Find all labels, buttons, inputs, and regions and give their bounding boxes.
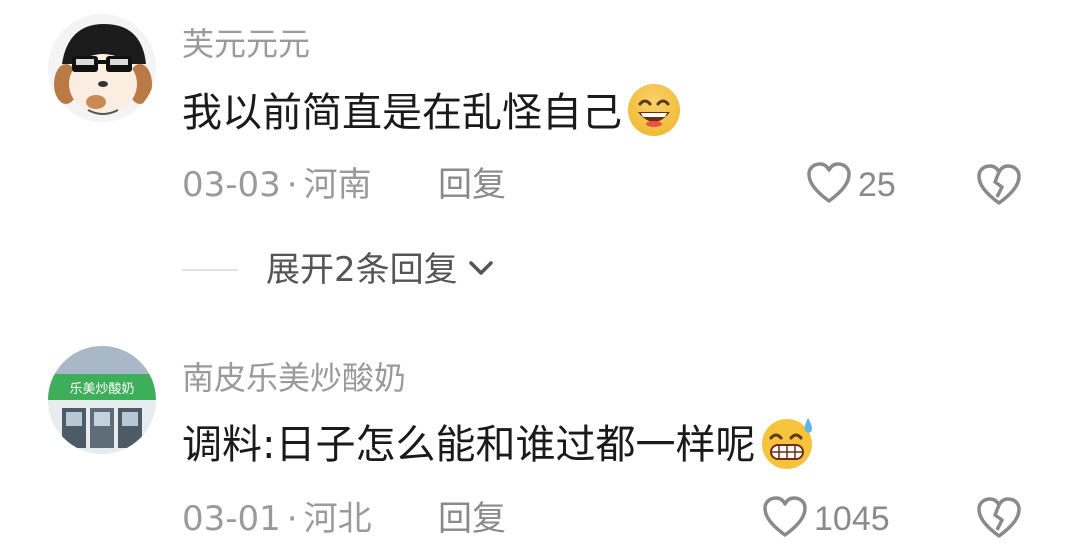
meta-separator: · (286, 165, 298, 205)
heart-icon (762, 495, 808, 543)
grinning-face-with-sweat-emoji (759, 414, 819, 477)
avatar[interactable]: 乐美炒酸奶 (48, 346, 156, 454)
comment-text: 我以前简直是在乱怪自己 (182, 83, 682, 140)
comment-date: 03-01 (182, 499, 281, 539)
comment-location: 河北 (303, 499, 372, 539)
avatar-sign-text: 乐美炒酸奶 (69, 382, 134, 397)
comment-item: 乐美炒酸奶 南皮乐美炒酸奶 调料:日子怎么能和谁过都一样呢 03-01 · 河北… (0, 330, 1080, 556)
comment-date: 03-03 (182, 165, 281, 205)
broken-heart-icon (976, 497, 1022, 544)
divider-line (182, 269, 238, 271)
like-count: 25 (858, 166, 896, 204)
comment-item: 芙元元元 我以前简直是在乱怪自己 03-03 · 河南 回复 25 (0, 0, 1080, 240)
avatar[interactable] (48, 14, 156, 122)
dislike-button[interactable] (976, 496, 1022, 556)
expand-replies-button[interactable]: 展开2条回复 (182, 250, 494, 290)
username[interactable]: 芙元元元 (182, 28, 310, 60)
comment-text: 调料:日子怎么能和谁过都一样呢 (182, 417, 819, 472)
expand-replies-label: 展开2条回复 (266, 250, 458, 290)
comment-location: 河南 (303, 165, 372, 205)
reply-button[interactable]: 回复 (438, 168, 506, 202)
chevron-down-icon (468, 258, 494, 282)
like-button[interactable]: 25 (806, 160, 896, 210)
reply-button[interactable]: 回复 (438, 502, 506, 536)
username[interactable]: 南皮乐美炒酸奶 (182, 362, 406, 394)
comment-text-body: 调料:日子怎么能和谁过都一样呢 (182, 422, 756, 468)
comment-meta: 03-01 · 河北 (182, 502, 372, 536)
broken-heart-icon (976, 164, 1022, 211)
dislike-button[interactable] (976, 163, 1022, 211)
like-button[interactable]: 1045 (762, 494, 890, 544)
comment-meta: 03-03 · 河南 (182, 168, 372, 202)
comment-text-body: 我以前简直是在乱怪自己 (182, 90, 622, 136)
meta-separator: · (286, 499, 298, 539)
grinning-face-emoji (626, 82, 682, 145)
like-count: 1045 (814, 500, 890, 538)
heart-icon (806, 161, 852, 209)
